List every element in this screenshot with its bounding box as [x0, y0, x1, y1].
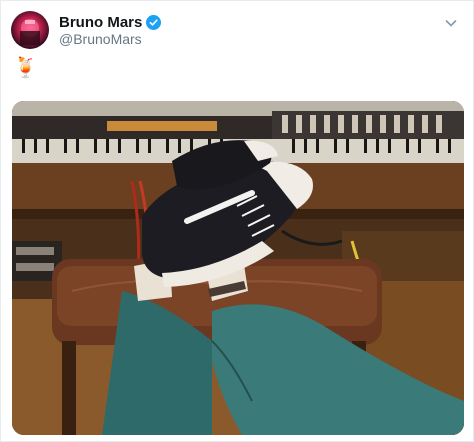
photo-sneakers-on-stool [12, 101, 464, 435]
tweet-card[interactable]: Bruno Mars @BrunoMars 🍹 [0, 0, 474, 442]
tweet-photo[interactable] [12, 101, 464, 435]
display-name[interactable]: Bruno Mars [59, 14, 142, 31]
author-handle[interactable]: @BrunoMars [59, 31, 142, 47]
tweet-text: 🍹 [13, 57, 38, 79]
chevron-down-icon[interactable] [443, 15, 459, 31]
avatar[interactable] [11, 11, 49, 49]
avatar-image [20, 19, 40, 45]
author-name-row[interactable]: Bruno Mars [59, 14, 162, 31]
verified-badge-icon [146, 15, 162, 30]
